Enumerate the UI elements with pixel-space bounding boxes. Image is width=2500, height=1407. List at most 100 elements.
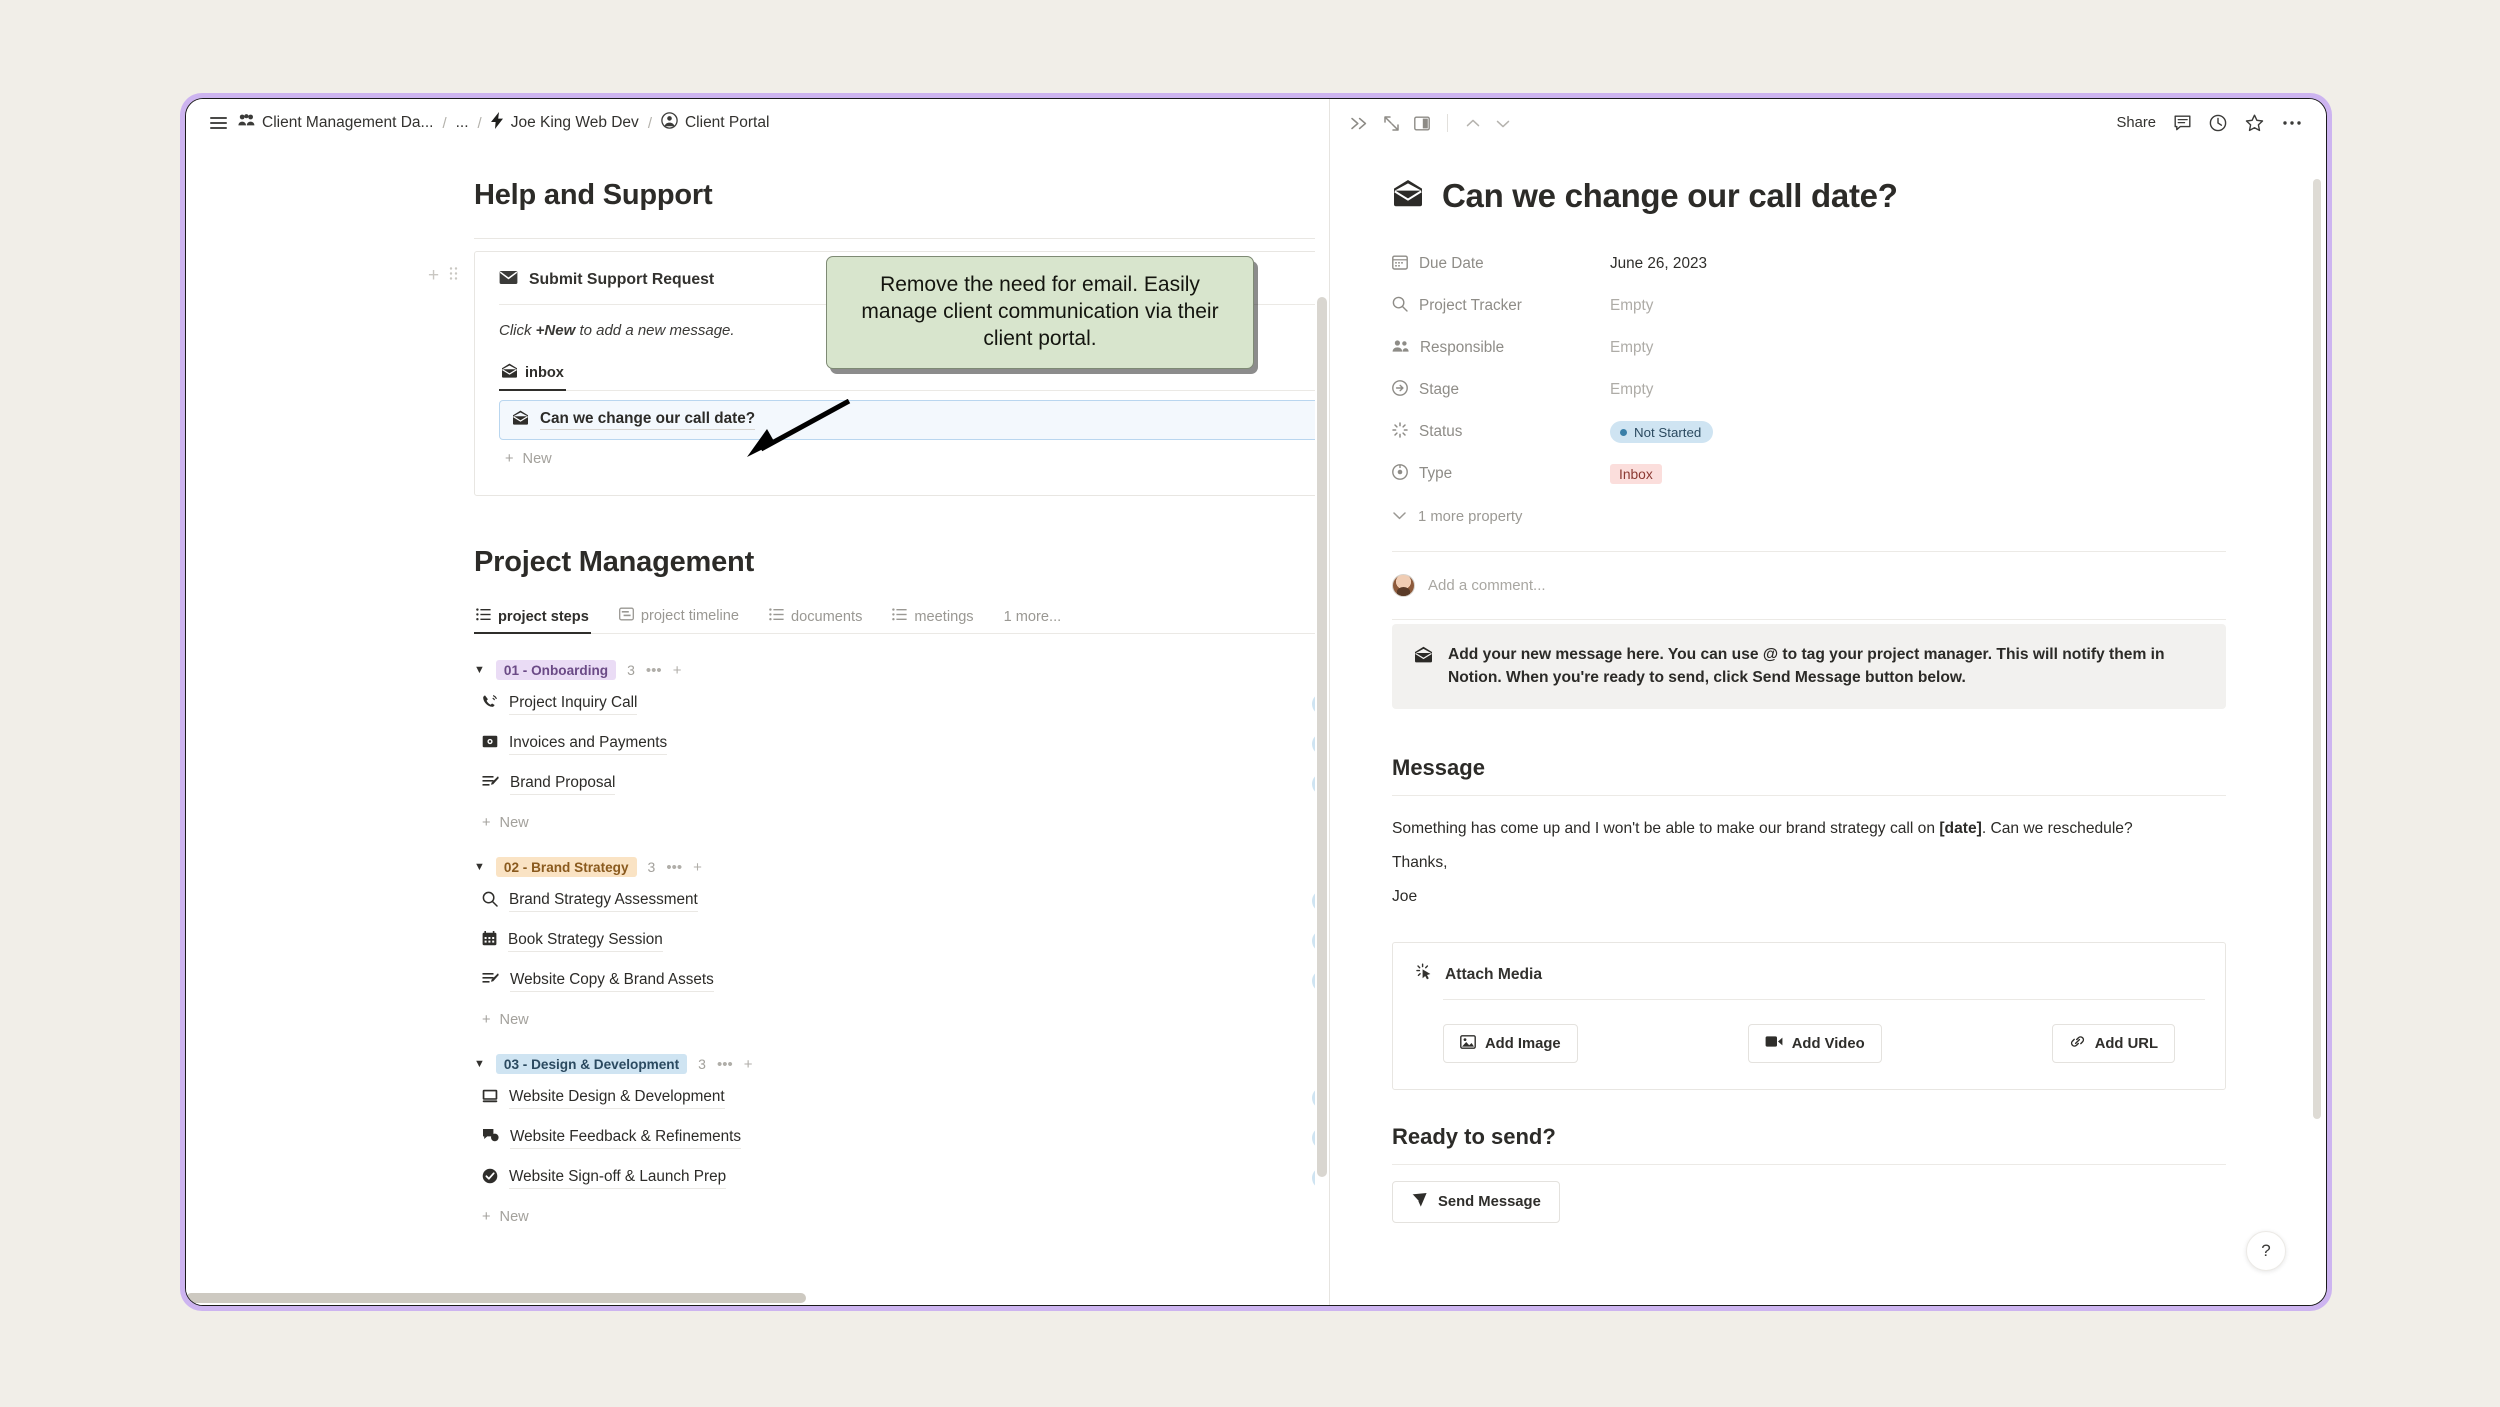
app-window: Client Management Da... / ... / Joe King…	[185, 98, 2327, 1306]
sidebar-peek-icon[interactable]	[1414, 116, 1430, 131]
group-badge[interactable]: 03 - Design & Development	[495, 1054, 688, 1074]
add-new-row[interactable]: + New	[474, 1001, 1329, 1028]
expand-icon[interactable]	[1383, 115, 1400, 132]
add-icon[interactable]: +	[693, 859, 702, 876]
scrollbar-thumb[interactable]	[1317, 297, 1327, 1177]
chevron-up-icon[interactable]	[1465, 117, 1481, 130]
tab-documents[interactable]: documents	[767, 602, 864, 634]
more-properties-label: 1 more property	[1418, 509, 1523, 525]
table-row[interactable]: Invoices and Payments Not Started	[474, 724, 1329, 764]
left-horizontal-scrollbar[interactable]	[186, 1291, 1315, 1305]
property-value: Empty	[1610, 381, 1654, 398]
double-chevron-right-icon[interactable]	[1350, 116, 1369, 131]
tab-meetings[interactable]: meetings	[890, 602, 975, 634]
table-row[interactable]: Brand Strategy Assessment Not Started	[474, 881, 1329, 921]
chevron-down-icon[interactable]	[1495, 117, 1511, 130]
add-url-button[interactable]: Add URL	[2051, 1024, 2175, 1064]
property-status[interactable]: Status Not Started	[1392, 411, 2226, 453]
table-row[interactable]: Website Feedback & Refinements Not Start…	[474, 1118, 1329, 1158]
message-line-3[interactable]: Joe	[1392, 880, 2226, 914]
table-row[interactable]: Website Sign-off & Launch Prep Not Start…	[474, 1158, 1329, 1198]
menu-icon[interactable]	[208, 114, 229, 133]
plus-icon: +	[482, 815, 491, 831]
new-label: New	[499, 1012, 529, 1028]
more-icon[interactable]	[2282, 120, 2302, 126]
breadcrumb-item-client-portal[interactable]: Client Portal	[661, 112, 769, 134]
message-text-a: Something has come up and I won't be abl…	[1392, 819, 1940, 837]
property-stage[interactable]: Stage Empty	[1392, 369, 2226, 411]
comment-icon[interactable]	[2174, 115, 2191, 132]
scrollbar-thumb[interactable]	[186, 1293, 806, 1303]
add-video-button[interactable]: Add Video	[1747, 1024, 1882, 1064]
tab-project-timeline[interactable]: project timeline	[617, 601, 741, 634]
plus-icon: +	[482, 1209, 491, 1225]
add-new-row[interactable]: + New	[474, 1198, 1329, 1225]
more-icon[interactable]: •••	[717, 1056, 733, 1073]
divider	[474, 238, 1329, 239]
open-envelope-icon	[501, 363, 518, 382]
table-row[interactable]: Book Strategy Session Not Started	[474, 921, 1329, 961]
group-badge[interactable]: 02 - Brand Strategy	[495, 857, 637, 877]
tab-project-steps[interactable]: project steps	[474, 602, 591, 635]
add-comment-row[interactable]: Add a comment...	[1392, 552, 2226, 619]
help-button[interactable]: ?	[2246, 1231, 2286, 1271]
sparkle-cursor-icon	[1416, 963, 1434, 986]
search-icon	[482, 891, 498, 912]
table-row[interactable]: Brand Proposal Not Started	[474, 764, 1329, 804]
message-line-1[interactable]: Something has come up and I won't be abl…	[1392, 812, 2226, 846]
star-icon[interactable]	[2245, 114, 2264, 132]
message-text-c: . Can we reschedule?	[1981, 819, 2133, 837]
tab-inbox[interactable]: inbox	[499, 357, 566, 392]
inbox-row-selected[interactable]: Can we change our call date?	[499, 400, 1329, 440]
property-project-tracker[interactable]: Project Tracker Empty	[1392, 285, 2226, 327]
group-count: 3	[647, 859, 656, 875]
add-icon[interactable]: +	[744, 1056, 753, 1073]
property-due-date[interactable]: Due Date June 26, 2023	[1392, 243, 2226, 285]
table-row[interactable]: Project Inquiry Call Not Started	[474, 684, 1329, 724]
breadcrumb-item-workspace[interactable]: Client Management Da...	[238, 113, 433, 133]
more-properties-toggle[interactable]: 1 more property	[1392, 495, 2226, 525]
image-icon	[1460, 1034, 1476, 1053]
property-type[interactable]: Type Inbox	[1392, 453, 2226, 495]
add-icon[interactable]: +	[673, 662, 682, 679]
more-icon[interactable]: •••	[646, 662, 662, 679]
inbox-row-label: Can we change our call date?	[540, 410, 756, 430]
group-count: 3	[698, 1056, 706, 1072]
breadcrumb-label: Client Management Da...	[262, 114, 434, 131]
right-vertical-scrollbar[interactable]	[2313, 179, 2323, 1245]
add-image-button[interactable]: Add Image	[1443, 1024, 1578, 1064]
share-button[interactable]: Share	[2117, 115, 2157, 131]
chevron-down-icon[interactable]: ▼	[474, 861, 485, 873]
left-vertical-scrollbar[interactable]	[1315, 147, 1329, 1291]
status-badge[interactable]: Not Started	[1610, 421, 1714, 443]
group-badge[interactable]: 01 - Onboarding	[495, 660, 617, 680]
add-block-icon[interactable]: +	[428, 265, 439, 287]
tab-more[interactable]: 1 more...	[1002, 603, 1064, 634]
message-line-2[interactable]: Thanks,	[1392, 846, 2226, 880]
type-tag[interactable]: Inbox	[1610, 464, 1662, 484]
divider	[1447, 114, 1448, 132]
attach-media-block: Attach Media Add Image Add Video Add URL	[1392, 942, 2226, 1091]
clock-icon[interactable]	[2209, 114, 2227, 132]
chevron-down-icon[interactable]: ▼	[474, 664, 485, 676]
scrollbar-thumb[interactable]	[2313, 179, 2321, 1119]
target-icon	[1392, 463, 1408, 485]
drag-handle-icon[interactable]	[449, 265, 458, 287]
group-header: ▼ 02 - Brand Strategy 3 ••• +	[474, 831, 1329, 881]
more-icon[interactable]: •••	[666, 859, 682, 876]
table-row[interactable]: Website Copy & Brand Assets Not Started	[474, 961, 1329, 1001]
hint-suffix: to add a new message.	[575, 322, 735, 339]
left-pane: Client Management Da... / ... / Joe King…	[186, 99, 1329, 1305]
breadcrumb-item-ellipsis[interactable]: ...	[456, 114, 469, 132]
right-scroll-area: Can we change our call date? Due Date Ju…	[1330, 147, 2326, 1305]
add-new-row[interactable]: + New	[474, 804, 1329, 831]
row-label: Website Feedback & Refinements	[510, 1128, 741, 1149]
breadcrumb-item-joe-king-web-dev[interactable]: Joe King Web Dev	[490, 112, 639, 134]
list-icon	[769, 608, 784, 625]
property-responsible[interactable]: Responsible Empty	[1392, 327, 2226, 369]
table-row[interactable]: Website Design & Development Not Started	[474, 1078, 1329, 1118]
chevron-down-icon[interactable]: ▼	[474, 1058, 485, 1070]
add-new-inbox-item[interactable]: + New	[475, 440, 1329, 467]
send-message-button[interactable]: Send Message	[1392, 1181, 1560, 1224]
row-label: Brand Proposal	[510, 774, 616, 795]
